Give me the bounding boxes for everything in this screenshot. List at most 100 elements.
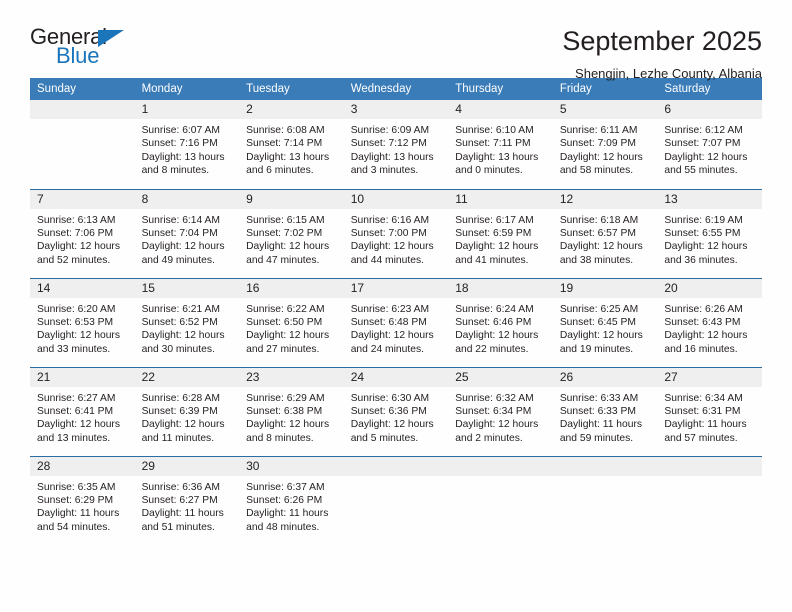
calendar-day-cell[interactable]: 24 Sunrise: 6:30 AM Sunset: 6:36 PM Dayligh… — [343, 366, 449, 456]
calendar-day-cell[interactable]: 26 Sunrise: 6:33 AM Sunset: 6:33 PM Dayligh… — [552, 366, 658, 456]
calendar-day-cell[interactable]: 7 Sunrise: 6:13 AM Sunset: 7:06 PM Daylight… — [30, 188, 135, 278]
day-detail-line: Sunset: 6:29 PM — [37, 494, 114, 506]
calendar-day-cell[interactable]: 12 Sunrise: 6:18 AM Sunset: 6:57 PM Dayligh… — [552, 188, 658, 278]
day-detail-line: Sunset: 7:04 PM — [141, 227, 218, 239]
day-detail-line: and 8 minutes. — [246, 432, 314, 444]
day-detail-line: Sunrise: 6:24 AM — [455, 303, 534, 315]
day-detail-line: Sunrise: 6:19 AM — [664, 214, 743, 226]
day-detail-line: Daylight: 12 hours — [141, 419, 225, 431]
day-detail-line: Daylight: 12 hours — [141, 330, 225, 342]
day-sun-details: Sunrise: 6:35 AM Sunset: 6:29 PM Daylight:… — [30, 476, 135, 535]
day-number: 9 — [239, 189, 344, 209]
day-number: 4 — [448, 100, 553, 119]
day-detail-line: Daylight: 12 hours — [559, 241, 643, 253]
day-detail-line: Daylight: 12 hours — [350, 330, 434, 342]
day-detail-line: Sunset: 7:11 PM — [455, 138, 531, 150]
calendar-day-cell[interactable]: 18 Sunrise: 6:24 AM Sunset: 6:46 PM Dayligh… — [448, 277, 553, 367]
day-detail-line: Sunset: 6:43 PM — [664, 316, 741, 328]
day-sun-details: Sunrise: 6:25 AM Sunset: 6:45 PM Daylight:… — [553, 298, 658, 357]
calendar-day-cell[interactable]: 1 Sunrise: 6:07 AM Sunset: 7:16 PM Daylight… — [134, 100, 240, 189]
day-number: 15 — [134, 278, 240, 298]
calendar-day-cell[interactable]: 25 Sunrise: 6:32 AM Sunset: 6:34 PM Dayligh… — [448, 366, 553, 456]
day-detail-line: Sunrise: 6:32 AM — [455, 392, 534, 404]
day-detail-line: Daylight: 12 hours — [455, 330, 539, 342]
calendar-day-cell[interactable]: 14 Sunrise: 6:20 AM Sunset: 6:53 PM Dayligh… — [30, 277, 135, 367]
day-detail-line: Daylight: 12 hours — [246, 330, 330, 342]
calendar-empty-cell — [343, 455, 449, 545]
day-detail-line: Sunset: 7:02 PM — [246, 227, 323, 239]
day-detail-line: Sunset: 6:45 PM — [559, 316, 636, 328]
calendar-day-cell[interactable]: 10 Sunrise: 6:16 AM Sunset: 7:00 PM Dayligh… — [343, 188, 449, 278]
day-detail-line: Sunset: 6:59 PM — [455, 227, 532, 239]
day-number — [30, 100, 135, 119]
calendar-day-cell[interactable]: 19 Sunrise: 6:25 AM Sunset: 6:45 PM Dayligh… — [552, 277, 658, 367]
day-detail-line: Sunrise: 6:16 AM — [350, 214, 430, 226]
day-detail-line: and 33 minutes. — [37, 343, 111, 355]
calendar-day-cell[interactable]: 29 Sunrise: 6:36 AM Sunset: 6:27 PM Dayligh… — [134, 455, 240, 545]
day-detail-line: Sunset: 7:09 PM — [559, 138, 636, 150]
calendar-day-cell[interactable]: 2 Sunrise: 6:08 AM Sunset: 7:14 PM Daylight… — [239, 100, 344, 189]
generalblue-logo: General Blue — [30, 26, 142, 74]
calendar-day-cell[interactable]: 22 Sunrise: 6:28 AM Sunset: 6:39 PM Dayligh… — [134, 366, 240, 456]
day-detail-line: Daylight: 11 hours — [37, 508, 120, 520]
day-detail-line: Daylight: 12 hours — [559, 330, 643, 342]
calendar-day-cell[interactable]: 6 Sunrise: 6:12 AM Sunset: 7:07 PM Daylight… — [657, 100, 762, 189]
calendar-day-cell[interactable]: 17 Sunrise: 6:23 AM Sunset: 6:48 PM Dayligh… — [343, 277, 449, 367]
calendar-day-cell[interactable]: 3 Sunrise: 6:09 AM Sunset: 7:12 PM Daylight… — [343, 100, 449, 189]
day-number: 17 — [343, 278, 449, 298]
calendar-day-cell[interactable]: 9 Sunrise: 6:15 AM Sunset: 7:02 PM Daylight… — [239, 188, 344, 278]
calendar-day-cell[interactable]: 16 Sunrise: 6:22 AM Sunset: 6:50 PM Dayligh… — [239, 277, 344, 367]
day-detail-line: Sunrise: 6:30 AM — [350, 392, 430, 404]
day-detail-line: Sunrise: 6:35 AM — [37, 481, 116, 493]
day-detail-line: Daylight: 13 hours — [455, 151, 539, 163]
day-detail-line: Sunrise: 6:20 AM — [37, 303, 116, 315]
day-number: 27 — [657, 367, 762, 387]
day-detail-line: Daylight: 12 hours — [350, 419, 434, 431]
calendar-day-cell[interactable]: 5 Sunrise: 6:11 AM Sunset: 7:09 PM Daylight… — [552, 100, 658, 189]
day-sun-details: Sunrise: 6:08 AM Sunset: 7:14 PM Daylight:… — [239, 119, 344, 178]
day-detail-line: Sunset: 6:36 PM — [350, 405, 427, 417]
day-detail-line: Sunset: 7:16 PM — [141, 138, 218, 150]
calendar-week-row: 7 Sunrise: 6:13 AM Sunset: 7:06 PM Daylight… — [30, 188, 762, 278]
day-sun-details: Sunrise: 6:13 AM Sunset: 7:06 PM Daylight:… — [30, 209, 135, 268]
calendar-day-cell[interactable]: 28 Sunrise: 6:35 AM Sunset: 6:29 PM Dayligh… — [30, 455, 135, 545]
day-detail-line: Daylight: 12 hours — [246, 419, 330, 431]
day-detail-line: Sunset: 6:55 PM — [664, 227, 741, 239]
day-detail-line: Daylight: 13 hours — [246, 151, 330, 163]
calendar-day-cell[interactable]: 23 Sunrise: 6:29 AM Sunset: 6:38 PM Dayligh… — [239, 366, 344, 456]
day-detail-line: and 59 minutes. — [559, 432, 634, 444]
day-detail-line: and 22 minutes. — [455, 343, 529, 355]
calendar-empty-cell — [448, 455, 553, 545]
calendar-day-cell[interactable]: 21 Sunrise: 6:27 AM Sunset: 6:41 PM Dayligh… — [30, 366, 135, 456]
day-sun-details: Sunrise: 6:27 AM Sunset: 6:41 PM Daylight:… — [30, 387, 135, 446]
day-detail-line: Sunrise: 6:18 AM — [559, 214, 639, 226]
calendar-empty-cell — [552, 455, 658, 545]
day-number: 29 — [134, 456, 240, 476]
day-detail-line: Sunset: 6:26 PM — [246, 494, 323, 506]
calendar-day-cell[interactable]: 8 Sunrise: 6:14 AM Sunset: 7:04 PM Daylight… — [134, 188, 240, 278]
day-number: 3 — [343, 100, 449, 119]
day-detail-line: and 0 minutes. — [455, 165, 523, 177]
day-detail-line: Sunrise: 6:36 AM — [141, 481, 220, 493]
weekday-header-thursday: Thursday — [448, 78, 553, 100]
day-number: 18 — [448, 278, 553, 298]
weekday-header-row: Sunday Monday Tuesday Wednesday Thursday Frid… — [30, 78, 762, 100]
calendar-day-cell[interactable]: 27 Sunrise: 6:34 AM Sunset: 6:31 PM Dayligh… — [657, 366, 762, 456]
day-number: 13 — [657, 189, 762, 209]
day-detail-line: and 16 minutes. — [664, 343, 738, 355]
title-block: September 2025 Shengjin, Lezhe County, A… — [562, 26, 762, 81]
day-detail-line: Sunset: 6:39 PM — [141, 405, 218, 417]
calendar-day-cell[interactable]: 4 Sunrise: 6:10 AM Sunset: 7:11 PM Daylight… — [448, 100, 553, 189]
day-number: 22 — [134, 367, 240, 387]
calendar-day-cell[interactable]: 30 Sunrise: 6:37 AM Sunset: 6:26 PM Dayligh… — [239, 455, 344, 545]
calendar-week-row: 1 Sunrise: 6:07 AM Sunset: 7:16 PM Daylight… — [30, 100, 762, 189]
calendar-day-cell[interactable]: 11 Sunrise: 6:17 AM Sunset: 6:59 PM Dayligh… — [448, 188, 553, 278]
calendar-day-cell[interactable]: 15 Sunrise: 6:21 AM Sunset: 6:52 PM Dayligh… — [134, 277, 240, 367]
day-number: 21 — [30, 367, 135, 387]
day-detail-line: Daylight: 12 hours — [455, 241, 539, 253]
calendar-day-cell[interactable]: 13 Sunrise: 6:19 AM Sunset: 6:55 PM Dayligh… — [657, 188, 762, 278]
day-sun-details: Sunrise: 6:30 AM Sunset: 6:36 PM Daylight:… — [344, 387, 449, 446]
calendar-day-cell[interactable]: 20 Sunrise: 6:26 AM Sunset: 6:43 PM Dayligh… — [657, 277, 762, 367]
day-detail-line: Daylight: 12 hours — [141, 241, 225, 253]
day-detail-line: Sunrise: 6:11 AM — [559, 125, 638, 136]
